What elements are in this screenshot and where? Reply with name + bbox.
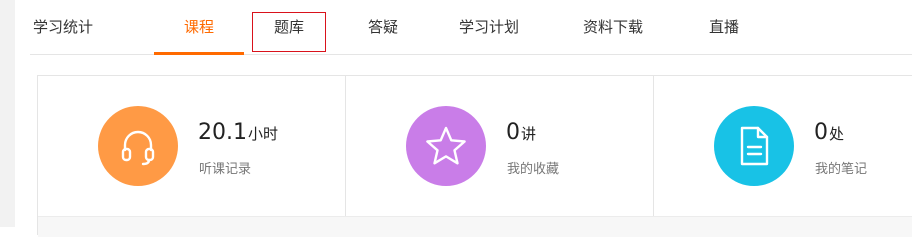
document-icon — [714, 106, 794, 186]
tab-label: 学习统计 — [32, 18, 93, 36]
headphones-icon — [98, 106, 178, 186]
stat-favorites[interactable]: 0讲 我的收藏 — [346, 76, 653, 216]
stat-unit: 处 — [829, 125, 845, 143]
tab-label: 资料下载 — [582, 18, 643, 36]
tab-bar: 学习统计 课程 题库 答疑 学习计划 资料下载 直播 — [30, 0, 912, 55]
tab-study-plan[interactable]: 学习计划 — [454, 0, 524, 54]
stats-panel: 20.1小时 听课记录 0讲 我的收藏 0处 我的笔记 — [37, 75, 912, 237]
tab-label: 直播 — [708, 18, 739, 36]
active-tab-indicator — [154, 52, 244, 55]
stat-value: 0讲 — [506, 120, 536, 145]
stat-label: 听课记录 — [199, 162, 252, 177]
focus-outline — [252, 12, 326, 52]
stat-notes[interactable]: 0处 我的笔记 — [654, 76, 912, 216]
tab-study-stats[interactable]: 学习统计 — [30, 0, 96, 54]
tab-question-bank[interactable]: 题库 — [252, 0, 326, 54]
stat-listening-record[interactable]: 20.1小时 听课记录 — [38, 76, 345, 216]
tab-downloads[interactable]: 资料下载 — [578, 0, 648, 54]
stat-number: 0 — [506, 120, 520, 145]
star-icon — [406, 106, 486, 186]
stat-label: 我的笔记 — [815, 162, 868, 177]
stat-number: 20.1 — [198, 120, 247, 145]
left-gutter — [0, 0, 15, 227]
stat-number: 0 — [814, 120, 828, 145]
stat-unit: 小时 — [247, 125, 278, 143]
stat-value: 0处 — [814, 120, 844, 145]
tab-live[interactable]: 直播 — [704, 0, 744, 54]
stat-value: 20.1小时 — [198, 120, 278, 145]
stat-unit: 讲 — [521, 125, 537, 143]
panel-footer — [38, 216, 912, 237]
tab-qa[interactable]: 答疑 — [363, 0, 403, 54]
tab-label: 学习计划 — [458, 18, 519, 36]
tab-courses[interactable]: 课程 — [154, 0, 244, 55]
tab-label: 课程 — [183, 18, 214, 36]
tab-label: 答疑 — [367, 18, 398, 36]
stat-label: 我的收藏 — [507, 162, 560, 177]
